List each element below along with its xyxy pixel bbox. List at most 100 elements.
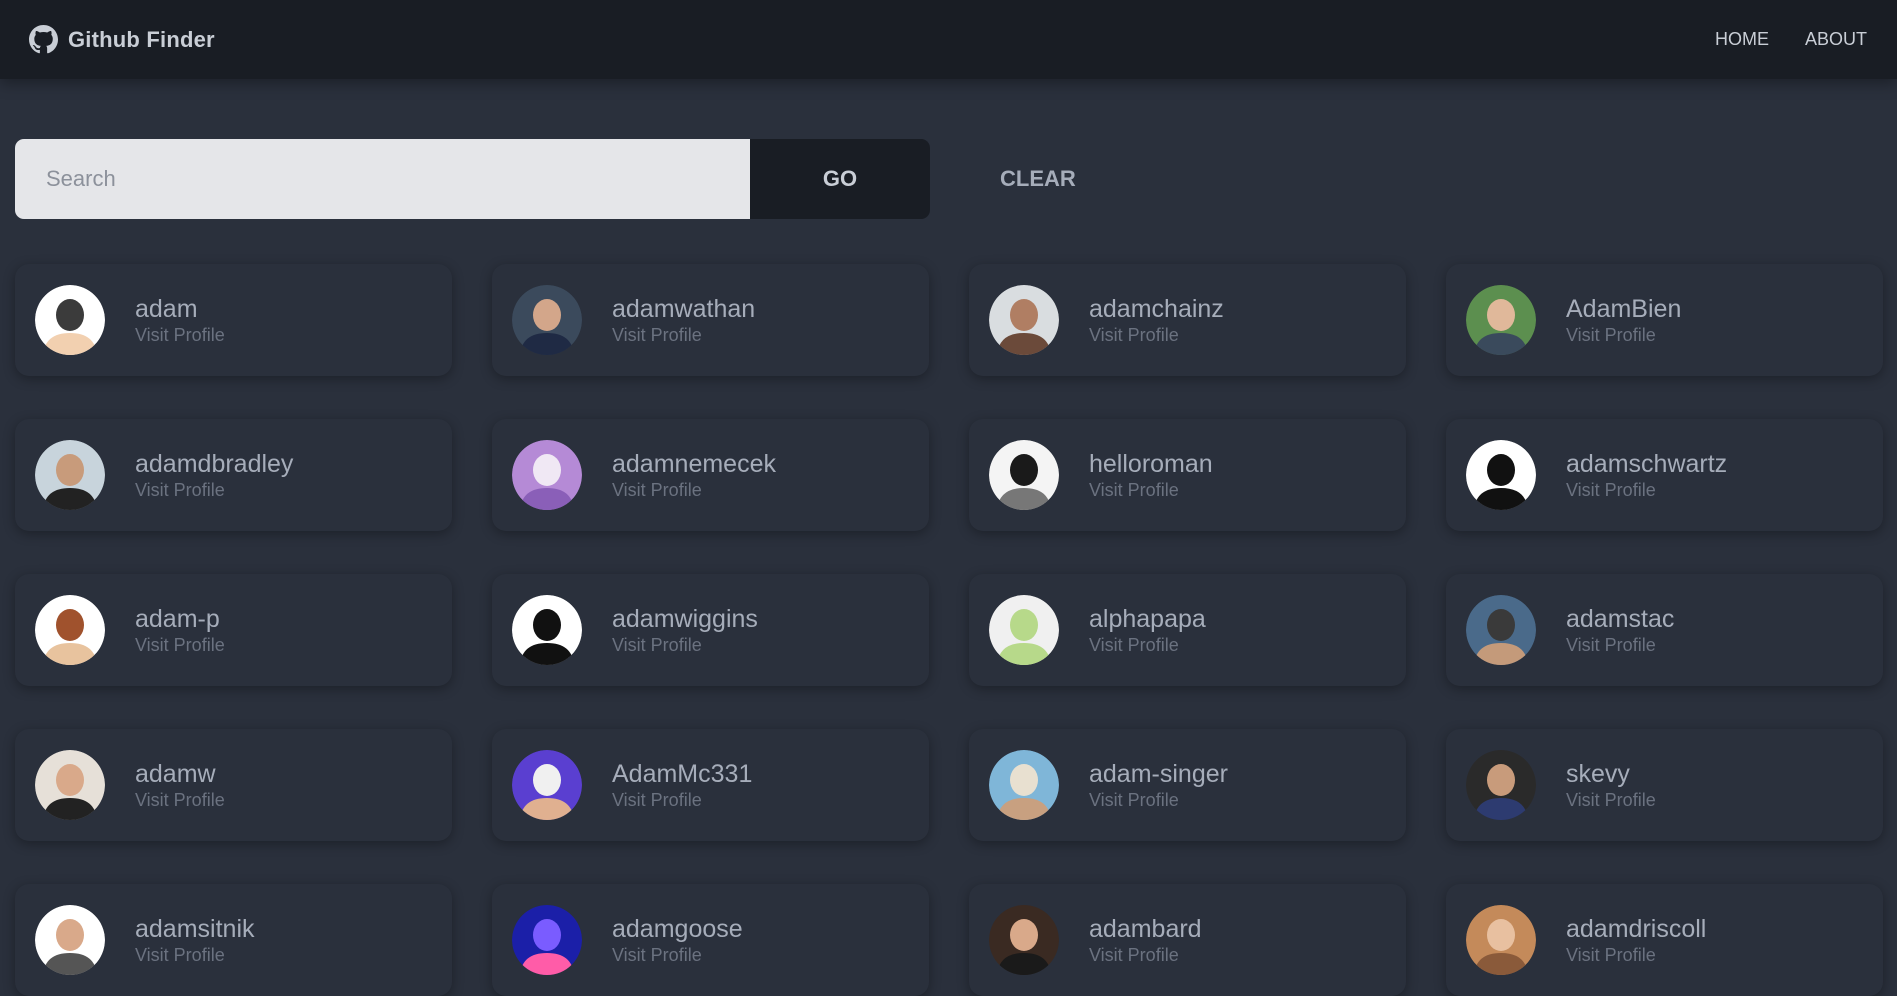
user-card: adam-p Visit Profile: [15, 574, 452, 686]
username: adamsitnik: [135, 915, 255, 943]
card-text: AdamBien Visit Profile: [1566, 294, 1681, 346]
visit-profile-link[interactable]: Visit Profile: [612, 634, 758, 656]
user-avatar: [1466, 595, 1536, 665]
user-avatar: [35, 905, 105, 975]
go-button[interactable]: GO: [750, 139, 930, 219]
user-avatar: [35, 750, 105, 820]
username: adamdbradley: [135, 450, 294, 478]
username: adambard: [1089, 915, 1202, 943]
username: AdamMc331: [612, 760, 753, 788]
user-avatar: [989, 750, 1059, 820]
visit-profile-link[interactable]: Visit Profile: [1566, 324, 1681, 346]
card-text: AdamMc331 Visit Profile: [612, 759, 752, 811]
visit-profile-link[interactable]: Visit Profile: [612, 479, 776, 501]
user-avatar: [35, 285, 105, 355]
navbar: Github Finder HOME ABOUT: [0, 0, 1897, 79]
card-text: skevy Visit Profile: [1566, 759, 1656, 811]
card-text: adamwathan Visit Profile: [612, 294, 755, 346]
card-text: adambard Visit Profile: [1089, 914, 1202, 966]
user-avatar: [1466, 440, 1536, 510]
username: adamnemecek: [612, 450, 776, 478]
visit-profile-link[interactable]: Visit Profile: [612, 944, 743, 966]
card-text: adamstac Visit Profile: [1566, 604, 1674, 656]
user-card: adamschwartz Visit Profile: [1446, 419, 1883, 531]
username: adamstac: [1566, 605, 1675, 633]
user-card: adam-singer Visit Profile: [969, 729, 1406, 841]
user-card: adamdriscoll Visit Profile: [1446, 884, 1883, 996]
user-card: AdamMc331 Visit Profile: [492, 729, 929, 841]
nav-home-link[interactable]: HOME: [1715, 29, 1769, 50]
user-avatar: [989, 285, 1059, 355]
user-avatar: [35, 440, 105, 510]
username: adamwathan: [612, 295, 756, 323]
user-grid: adam Visit Profile adamwathan Visit Profile…: [15, 264, 1883, 996]
card-text: helloroman Visit Profile: [1089, 449, 1213, 501]
username: adam-p: [135, 605, 220, 633]
nav-links: HOME ABOUT: [1715, 29, 1867, 50]
user-avatar: [512, 905, 582, 975]
clear-button[interactable]: CLEAR: [1000, 166, 1076, 192]
card-text: adam-p Visit Profile: [135, 604, 225, 656]
visit-profile-link[interactable]: Visit Profile: [1566, 634, 1674, 656]
visit-profile-link[interactable]: Visit Profile: [612, 324, 755, 346]
visit-profile-link[interactable]: Visit Profile: [1089, 479, 1213, 501]
visit-profile-link[interactable]: Visit Profile: [1089, 789, 1228, 811]
visit-profile-link[interactable]: Visit Profile: [135, 789, 225, 811]
card-text: adamschwartz Visit Profile: [1566, 449, 1727, 501]
card-text: adamnemecek Visit Profile: [612, 449, 776, 501]
user-card: adamgoose Visit Profile: [492, 884, 929, 996]
user-card: adamwathan Visit Profile: [492, 264, 929, 376]
username: adamgoose: [612, 915, 743, 943]
brand[interactable]: Github Finder: [29, 25, 215, 54]
user-avatar: [35, 595, 105, 665]
card-text: adam Visit Profile: [135, 294, 225, 346]
user-card: helloroman Visit Profile: [969, 419, 1406, 531]
visit-profile-link[interactable]: Visit Profile: [1566, 944, 1706, 966]
visit-profile-link[interactable]: Visit Profile: [612, 789, 752, 811]
username: skevy: [1566, 760, 1630, 788]
card-text: adam-singer Visit Profile: [1089, 759, 1228, 811]
card-text: adamw Visit Profile: [135, 759, 225, 811]
visit-profile-link[interactable]: Visit Profile: [1566, 479, 1727, 501]
visit-profile-link[interactable]: Visit Profile: [1089, 634, 1206, 656]
card-text: adamsitnik Visit Profile: [135, 914, 255, 966]
visit-profile-link[interactable]: Visit Profile: [1089, 324, 1224, 346]
username: adamwiggins: [612, 605, 758, 633]
user-avatar: [512, 750, 582, 820]
user-card: adamwiggins Visit Profile: [492, 574, 929, 686]
user-card: adam Visit Profile: [15, 264, 452, 376]
username: adamw: [135, 760, 216, 788]
app-title: Github Finder: [68, 26, 215, 52]
user-avatar: [989, 595, 1059, 665]
visit-profile-link[interactable]: Visit Profile: [1089, 944, 1202, 966]
user-card: adamsitnik Visit Profile: [15, 884, 452, 996]
user-avatar: [989, 440, 1059, 510]
card-text: adamchainz Visit Profile: [1089, 294, 1224, 346]
username: alphapapa: [1089, 605, 1206, 633]
username: adamdriscoll: [1566, 915, 1707, 943]
github-icon: [29, 25, 58, 54]
visit-profile-link[interactable]: Visit Profile: [135, 634, 225, 656]
search-input[interactable]: [15, 139, 750, 219]
user-card: skevy Visit Profile: [1446, 729, 1883, 841]
user-card: AdamBien Visit Profile: [1446, 264, 1883, 376]
user-avatar: [512, 440, 582, 510]
user-card: adambard Visit Profile: [969, 884, 1406, 996]
user-card: alphapapa Visit Profile: [969, 574, 1406, 686]
user-card: adamchainz Visit Profile: [969, 264, 1406, 376]
user-card: adamnemecek Visit Profile: [492, 419, 929, 531]
username: adam: [135, 295, 198, 323]
username: adam-singer: [1089, 760, 1228, 788]
nav-about-link[interactable]: ABOUT: [1805, 29, 1867, 50]
user-avatar: [1466, 750, 1536, 820]
card-text: adamdriscoll Visit Profile: [1566, 914, 1706, 966]
user-avatar: [1466, 905, 1536, 975]
visit-profile-link[interactable]: Visit Profile: [135, 324, 225, 346]
visit-profile-link[interactable]: Visit Profile: [1566, 789, 1656, 811]
username: AdamBien: [1566, 295, 1682, 323]
card-text: adamgoose Visit Profile: [612, 914, 743, 966]
visit-profile-link[interactable]: Visit Profile: [135, 479, 293, 501]
visit-profile-link[interactable]: Visit Profile: [135, 944, 255, 966]
card-text: alphapapa Visit Profile: [1089, 604, 1206, 656]
user-avatar: [1466, 285, 1536, 355]
